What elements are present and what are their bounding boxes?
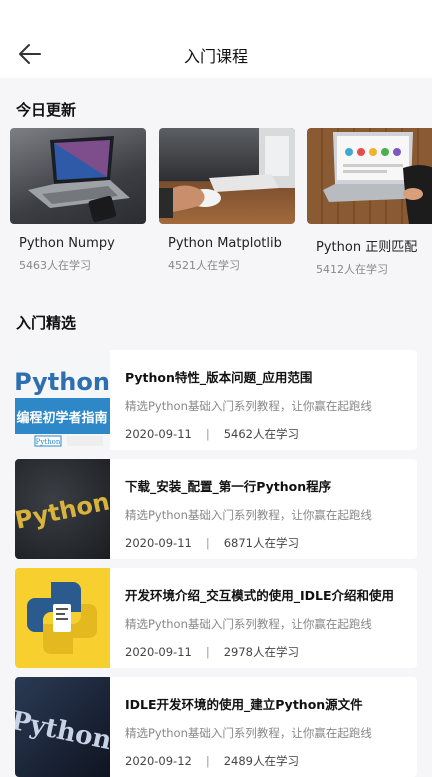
learner-count: 4521人在学习 (168, 259, 240, 272)
course-meta: 2020-09-12 | 2489人在学习 (125, 753, 299, 769)
python-text-cover: Python (15, 459, 110, 559)
today-card[interactable]: Python Numpy 5463人在学习 (10, 128, 146, 273)
course-item[interactable]: Python 编程初学者指南 Python Python特性_版本问题_应用范围… (15, 350, 417, 450)
featured-section-title: 入门精选 (16, 314, 77, 332)
course-name: Python 正则匹配 (316, 240, 418, 255)
course-date: 2020-09-11 (125, 536, 192, 550)
today-card[interactable]: Python 正则匹配 5412人在学习 (307, 128, 432, 277)
meta-separator: | (205, 754, 210, 768)
learner-count: 2978人在学习 (223, 645, 299, 659)
cover-title: Python (15, 368, 110, 396)
cover-title: Python (15, 706, 110, 757)
today-section-title: 今日更新 (16, 101, 77, 119)
course-date: 2020-09-11 (125, 427, 192, 441)
course-description: 精选Python基础入门系列教程，让你赢在起跑线 (125, 399, 372, 413)
desk-thumbnail (159, 128, 295, 224)
python-book-cover: Python 编程初学者指南 Python (15, 350, 110, 450)
meta-separator: | (205, 536, 210, 550)
course-meta: 2020-09-11 | 2978人在学习 (125, 644, 299, 660)
course-description: 精选Python基础入门系列教程，让你赢在起跑线 (125, 726, 372, 740)
learner-count: 5463人在学习 (19, 259, 91, 272)
python-dark-cover: Python (15, 677, 110, 777)
cover-badge: Python (36, 438, 61, 446)
meta-separator: | (205, 645, 210, 659)
course-name: Python Matplotlib (168, 236, 282, 251)
learner-count: 6871人在学习 (223, 536, 299, 550)
course-title: IDLE开发环境的使用_建立Python源文件 (125, 697, 363, 712)
cover-title: Python (15, 487, 110, 534)
analytics-thumbnail (307, 128, 432, 224)
course-item[interactable]: Python 下载_安装_配置_第一行Python程序 精选Python基础入门… (15, 459, 417, 559)
python-logo-cover (15, 568, 110, 668)
today-carousel: Python Numpy 5463人在学习 Python Matplotlib … (10, 128, 432, 278)
course-description: 精选Python基础入门系列教程，让你赢在起跑线 (125, 617, 372, 631)
learner-count: 5412人在学习 (316, 263, 388, 276)
course-meta: 2020-09-11 | 6871人在学习 (125, 535, 299, 551)
learner-count: 5462人在学习 (223, 427, 299, 441)
top-bar: 入门课程 (0, 0, 432, 78)
meta-separator: | (205, 427, 210, 441)
course-title: 下载_安装_配置_第一行Python程序 (125, 479, 332, 494)
page-title: 入门课程 (183, 47, 248, 66)
learner-count: 2489人在学习 (223, 754, 299, 768)
course-title: 开发环境介绍_交互模式的使用_IDLE介绍和使用 (125, 588, 395, 603)
course-name: Python Numpy (19, 236, 115, 251)
course-item[interactable]: Python IDLE开发环境的使用_建立Python源文件 精选Python基… (15, 677, 417, 777)
course-title: Python特性_版本问题_应用范围 (125, 370, 313, 385)
laptop-thumbnail (10, 128, 146, 224)
cover-subtitle: 编程初学者指南 (16, 410, 107, 426)
course-date: 2020-09-11 (125, 645, 192, 659)
course-item[interactable]: 开发环境介绍_交互模式的使用_IDLE介绍和使用 精选Python基础入门系列教… (15, 568, 417, 668)
course-description: 精选Python基础入门系列教程，让你赢在起跑线 (125, 508, 372, 522)
course-date: 2020-09-12 (125, 754, 192, 768)
course-meta: 2020-09-11 | 5462人在学习 (125, 426, 299, 442)
today-card[interactable]: Python Matplotlib 4521人在学习 (159, 128, 295, 273)
